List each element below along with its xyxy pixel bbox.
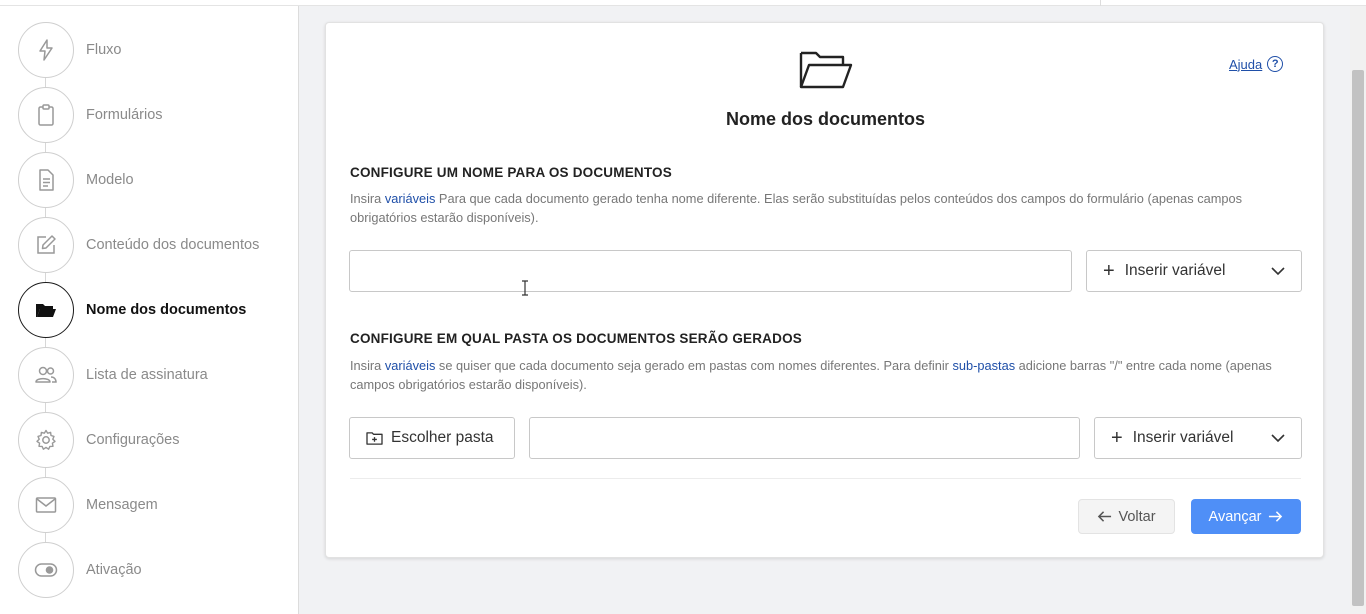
scrollbar-thumb[interactable] — [1352, 70, 1364, 606]
document-name-card: Ajuda ? Nome dos documentos CONFIGURE UM… — [325, 22, 1324, 558]
insert-variable-dropdown[interactable]: + Inserir variável — [1094, 417, 1302, 459]
step-label: Fluxo — [86, 42, 122, 58]
envelope-icon — [35, 497, 57, 513]
sidebar-step-modelo[interactable]: Modelo — [18, 152, 288, 208]
sidebar-step-conteudo[interactable]: Conteúdo dos documentos — [18, 217, 288, 273]
step-label: Formulários — [86, 107, 163, 123]
subfolders-link[interactable]: sub-pastas — [953, 358, 1016, 373]
step-circle — [18, 282, 74, 338]
step-circle — [18, 87, 74, 143]
variables-link[interactable]: variáveis — [385, 191, 436, 206]
folder-add-icon — [366, 431, 383, 445]
arrow-right-icon — [1269, 511, 1283, 522]
clipboard-icon — [38, 104, 54, 126]
step-label: Configurações — [86, 432, 180, 448]
chevron-down-icon — [1271, 434, 1285, 443]
next-label: Avançar — [1208, 508, 1262, 525]
page-title: Nome dos documentos — [725, 109, 926, 129]
plus-icon: + — [1111, 427, 1123, 449]
document-icon — [39, 169, 54, 191]
section-title-folder: CONFIGURE EM QUAL PASTA OS DOCUMENTOS SE… — [350, 331, 802, 346]
step-circle — [18, 22, 74, 78]
step-label: Mensagem — [86, 497, 158, 513]
step-circle — [18, 542, 74, 598]
step-label: Lista de assinatura — [86, 367, 208, 383]
choose-folder-button[interactable]: Escolher pasta — [349, 417, 515, 459]
users-icon — [35, 366, 57, 383]
edit-icon — [37, 235, 56, 254]
step-label: Nome dos documentos — [86, 302, 247, 318]
desc-text: se quiser que cada documento seja gerado… — [435, 358, 953, 373]
desc-text: Insira — [350, 191, 385, 206]
sidebar-step-nome-documentos[interactable]: Nome dos documentos — [18, 282, 288, 338]
insert-variable-label: Inserir variável — [1132, 429, 1234, 446]
section-title-document-name: CONFIGURE UM NOME PARA OS DOCUMENTOS — [350, 165, 672, 180]
back-button[interactable]: Voltar — [1078, 499, 1175, 534]
footer-divider — [350, 478, 1301, 479]
step-label: Ativação — [86, 562, 142, 578]
help-link[interactable]: Ajuda — [1229, 57, 1262, 72]
sidebar-step-ativacao[interactable]: Ativação — [18, 542, 288, 598]
step-label: Modelo — [86, 172, 134, 188]
back-label: Voltar — [1118, 508, 1156, 525]
insert-variable-label: Inserir variável — [1124, 262, 1226, 279]
sidebar-step-configuracoes[interactable]: Configurações — [18, 412, 288, 468]
folder-path-input[interactable] — [529, 417, 1080, 459]
insert-variable-dropdown[interactable]: + Inserir variável — [1086, 250, 1302, 292]
sidebar-step-formularios[interactable]: Formulários — [18, 87, 288, 143]
lightning-icon — [39, 39, 53, 61]
sidebar-step-lista-assinatura[interactable]: Lista de assinatura — [18, 347, 288, 403]
help-link-group[interactable]: Ajuda ? — [1229, 56, 1284, 72]
gear-icon — [36, 429, 56, 450]
sidebar-step-mensagem[interactable]: Mensagem — [18, 477, 288, 533]
arrow-left-icon — [1098, 511, 1112, 522]
text-cursor-icon — [522, 280, 528, 296]
folder-open-icon — [799, 51, 853, 89]
steps-sidebar: Fluxo Formulários Modelo Conteúdo dos do… — [0, 6, 299, 614]
document-name-input[interactable] — [349, 250, 1072, 292]
section-description-folder: Insira variáveis se quiser que cada docu… — [350, 356, 1290, 394]
choose-folder-label: Escolher pasta — [391, 429, 494, 446]
folder-open-icon — [36, 304, 56, 317]
help-icon[interactable]: ? — [1267, 56, 1284, 72]
variables-link[interactable]: variáveis — [385, 358, 436, 373]
next-button[interactable]: Avançar — [1191, 499, 1301, 534]
chevron-down-icon — [1271, 267, 1285, 276]
step-circle — [18, 217, 74, 273]
toggle-icon — [34, 563, 58, 577]
desc-text: Para que cada documento gerado tenha nom… — [350, 191, 1243, 225]
top-bar-divider — [1100, 0, 1101, 6]
step-circle — [18, 412, 74, 468]
desc-text: Insira — [350, 358, 385, 373]
step-circle — [18, 152, 74, 208]
section-description-document-name: Insira variáveis Para que cada documento… — [350, 189, 1290, 227]
step-circle — [18, 347, 74, 403]
step-label: Conteúdo dos documentos — [86, 237, 260, 253]
step-circle — [18, 477, 74, 533]
plus-icon: + — [1103, 260, 1115, 282]
sidebar-step-fluxo[interactable]: Fluxo — [18, 22, 288, 78]
